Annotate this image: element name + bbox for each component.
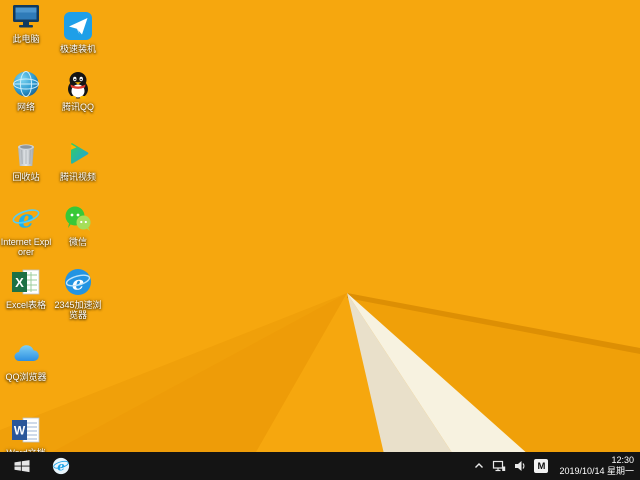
this-pc-icon bbox=[13, 5, 39, 28]
desktop-icon-label: 微信 bbox=[68, 237, 87, 247]
taskbar: e M 12:30 2019/10/14 星期一 bbox=[0, 452, 640, 480]
chevron-up-icon bbox=[475, 463, 484, 468]
desktop-icon-qq[interactable]: 腾讯QQ bbox=[52, 68, 104, 112]
browser-e-icon: e bbox=[52, 457, 70, 475]
network-icon bbox=[493, 460, 506, 472]
taskbar-pinned-browser[interactable]: e bbox=[44, 452, 78, 480]
recycle-bin-icon bbox=[18, 144, 34, 166]
paper-plane-icon bbox=[64, 12, 92, 40]
taskbar-clock[interactable]: 12:30 2019/10/14 星期一 bbox=[555, 455, 634, 477]
volume-tray-button[interactable] bbox=[513, 459, 527, 473]
ime-indicator[interactable]: M bbox=[534, 459, 549, 473]
speaker-icon bbox=[515, 461, 525, 471]
desktop-icon-label: 此电脑 bbox=[12, 34, 40, 44]
clock-time: 12:30 bbox=[611, 455, 634, 465]
desktop-icon-label: 腾讯QQ bbox=[61, 102, 94, 112]
word-icon: W bbox=[12, 417, 40, 443]
cloud-icon bbox=[14, 345, 39, 362]
desktop-icon-label: 腾讯视频 bbox=[59, 172, 96, 182]
desktop-icon-label: QQ浏览器 bbox=[5, 372, 47, 382]
browser-e-icon: e bbox=[65, 269, 91, 295]
desktop: 此电脑 极速装机 网络 腾讯QQ 回收站 腾讯视频 e Internet Exp… bbox=[0, 0, 640, 480]
desktop-icon-install-assistant[interactable]: 极速装机 bbox=[52, 10, 104, 54]
desktop-icon-label: 回收站 bbox=[12, 172, 40, 182]
desktop-icon-label: 网络 bbox=[16, 102, 35, 112]
desktop-icon-label: 极速装机 bbox=[59, 44, 96, 54]
desktop-icon-label: 2345加速浏览器 bbox=[54, 300, 102, 320]
globe-icon bbox=[13, 71, 39, 97]
desktop-icon-qq-browser[interactable]: QQ浏览器 bbox=[0, 338, 52, 382]
play-icon bbox=[71, 143, 89, 164]
desktop-icon-this-pc[interactable]: 此电脑 bbox=[0, 0, 52, 44]
system-tray: M 12:30 2019/10/14 星期一 bbox=[473, 455, 640, 477]
qq-penguin-icon bbox=[68, 72, 88, 100]
network-tray-button[interactable] bbox=[492, 459, 506, 473]
desktop-icon-wechat[interactable]: 微信 bbox=[52, 203, 104, 247]
hidden-icons-button[interactable] bbox=[473, 460, 485, 472]
svg-text:X: X bbox=[15, 275, 24, 290]
desktop-icon-excel[interactable]: X Excel表格 bbox=[0, 266, 52, 310]
clock-date: 2019/10/14 星期一 bbox=[559, 466, 634, 476]
excel-icon: X bbox=[12, 269, 40, 295]
desktop-icon-network[interactable]: 网络 bbox=[0, 68, 52, 112]
start-button[interactable] bbox=[0, 452, 44, 480]
desktop-icon-internet-explorer[interactable]: e Internet Explorer bbox=[0, 203, 52, 258]
wechat-icon bbox=[65, 206, 91, 231]
windows-logo-icon bbox=[14, 460, 30, 473]
desktop-icon-tencent-video[interactable]: 腾讯视频 bbox=[52, 138, 104, 182]
internet-explorer-icon: e bbox=[12, 205, 40, 234]
svg-text:W: W bbox=[14, 424, 26, 438]
desktop-icon-label: Excel表格 bbox=[5, 300, 46, 310]
desktop-icon-2345-browser[interactable]: e 2345加速浏览器 bbox=[52, 266, 104, 320]
desktop-icon-label: Internet Explorer bbox=[0, 237, 52, 257]
desktop-icon-recycle-bin[interactable]: 回收站 bbox=[0, 138, 52, 182]
